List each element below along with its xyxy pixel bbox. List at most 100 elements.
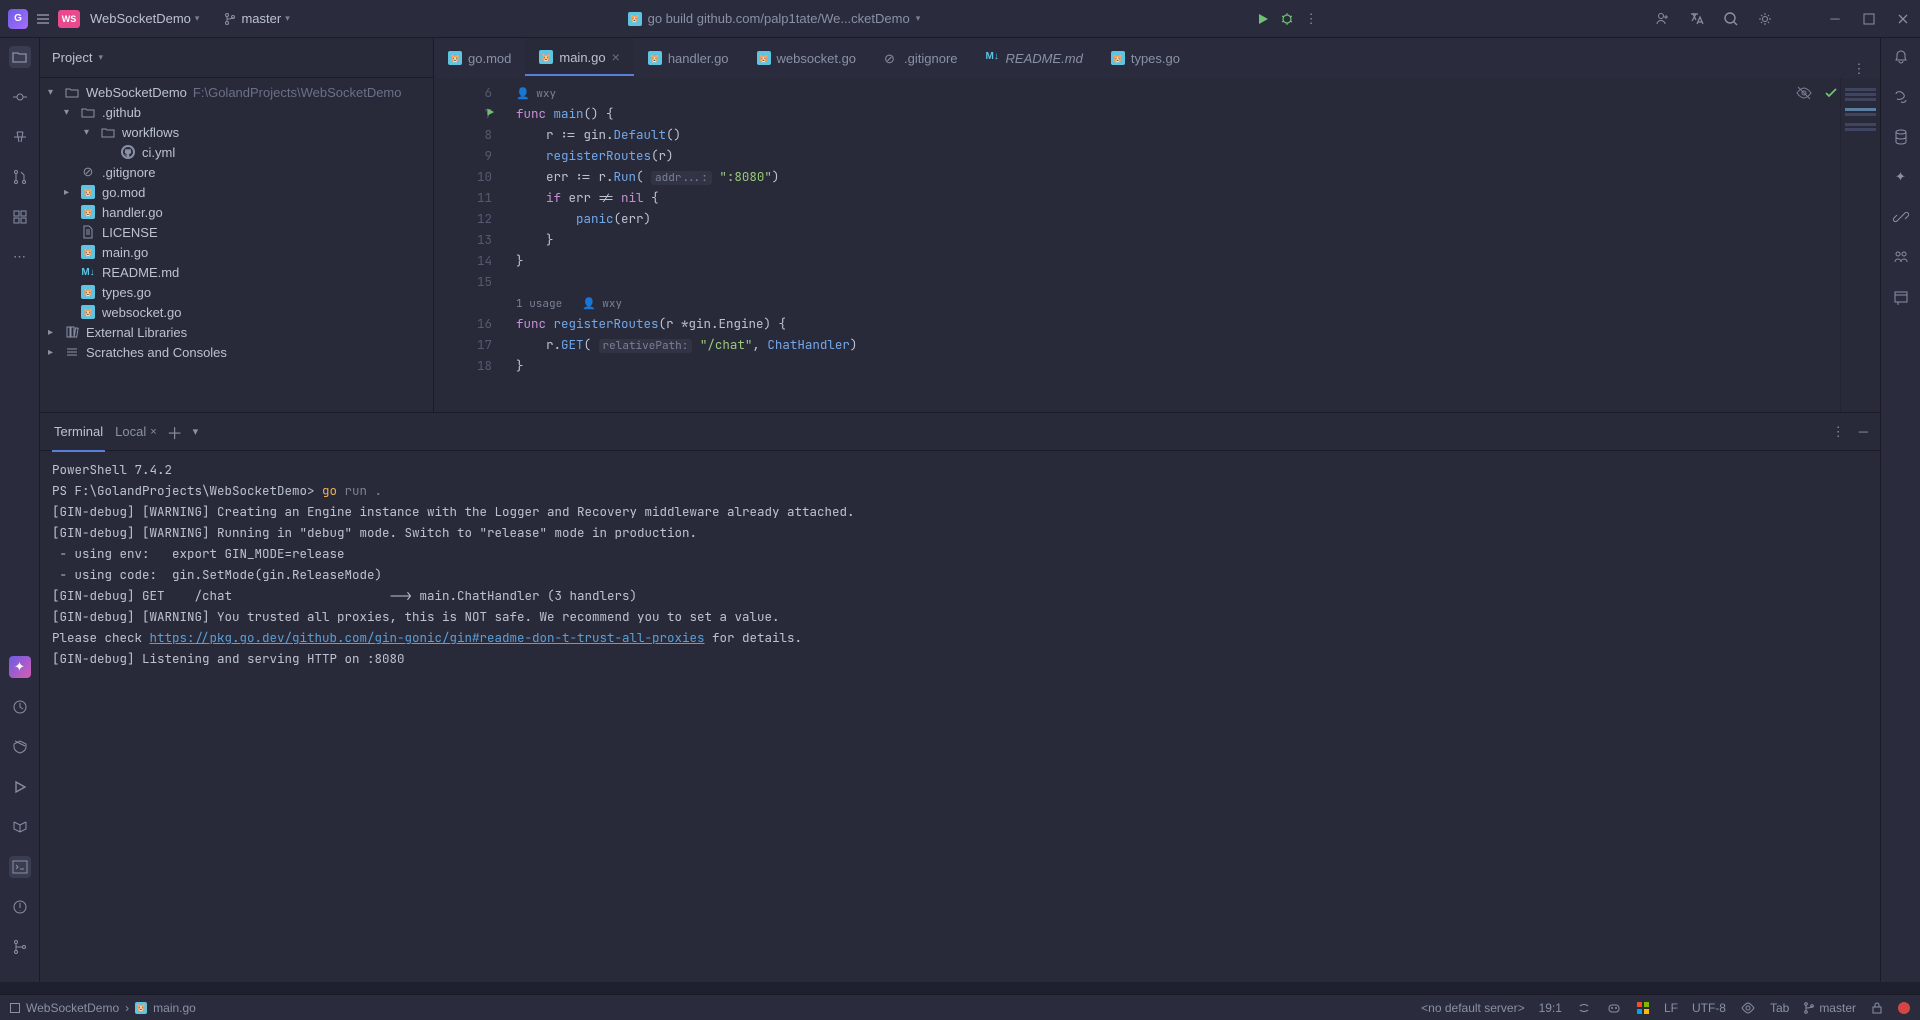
status-line-ending[interactable]: LF <box>1664 1001 1678 1015</box>
editor-tab[interactable]: 🐹handler.go <box>634 38 743 78</box>
tree-row[interactable]: M↓README.md <box>40 262 433 282</box>
terminal-dropdown-icon[interactable]: ▾ <box>193 425 199 438</box>
people-icon[interactable] <box>1890 246 1912 268</box>
project-tree[interactable]: ▾WebSocketDemoF:\GolandProjects\WebSocke… <box>40 78 433 412</box>
tree-row[interactable]: ⊘.gitignore <box>40 162 433 182</box>
tree-row[interactable]: 🐹websocket.go <box>40 302 433 322</box>
status-encoding[interactable]: UTF-8 <box>1692 1001 1726 1015</box>
tree-row[interactable]: ▾workflows <box>40 122 433 142</box>
tree-row[interactable]: ▾WebSocketDemoF:\GolandProjects\WebSocke… <box>40 82 433 102</box>
editor-tab[interactable]: 🐹main.go× <box>525 38 633 78</box>
status-readonly-icon[interactable] <box>1740 1000 1756 1016</box>
pullrequests-tool-icon[interactable] <box>9 166 31 188</box>
breadcrumb-box-icon <box>10 1003 20 1013</box>
status-lock-icon[interactable] <box>1870 1001 1884 1015</box>
editor-tabs: 🐹go.mod🐹main.go×🐹handler.go🐹websocket.go… <box>434 38 1880 78</box>
more-tools-icon[interactable]: ⋯ <box>9 246 31 268</box>
services-tool-icon[interactable] <box>9 206 31 228</box>
body-row: ⋯ ✦ Project▾ ▾WebSocketDemoF:\GolandProj… <box>0 38 1920 982</box>
minimize-window-icon[interactable]: ─ <box>1826 10 1844 28</box>
tree-row[interactable]: 🐹main.go <box>40 242 433 262</box>
status-copilot-icon[interactable] <box>1606 1000 1622 1016</box>
run-config-label[interactable]: go build github.com/palp1tate/We...cketD… <box>648 11 910 26</box>
problems-tool-icon[interactable] <box>9 896 31 918</box>
editor-tab[interactable]: 🐹go.mod <box>434 38 525 78</box>
bottom-panel: Terminal Local× ＋ ▾ ⋮ ─ PowerShell 7.4.2… <box>40 412 1880 982</box>
notifications-icon[interactable] <box>1890 46 1912 68</box>
status-server[interactable]: <no default server> <box>1421 1001 1524 1015</box>
terminal-tabs: Terminal Local× ＋ ▾ ⋮ ─ <box>40 413 1880 451</box>
tree-row[interactable]: ▾.github <box>40 102 433 122</box>
terminal-body[interactable]: PowerShell 7.4.2PS F:\GolandProjects\Web… <box>40 451 1880 982</box>
close-window-icon[interactable] <box>1894 10 1912 28</box>
editor-tab[interactable]: 🐹websocket.go <box>743 38 871 78</box>
coverage-tool-icon[interactable] <box>9 736 31 758</box>
status-separator-icon[interactable] <box>1576 1000 1592 1016</box>
terminal-add-icon[interactable]: ＋ <box>167 420 183 444</box>
code-with-me-icon[interactable] <box>1654 10 1672 28</box>
structure-tool-icon[interactable] <box>9 126 31 148</box>
main-menu-icon[interactable] <box>34 10 52 28</box>
tabs-options-icon[interactable]: ⋮ <box>1850 60 1868 78</box>
breadcrumb-project[interactable]: WebSocketDemo <box>26 1001 119 1015</box>
inspection-eye-icon[interactable] <box>1795 84 1813 102</box>
status-caret-pos[interactable]: 19:1 <box>1539 1001 1562 1015</box>
profiler-tool-icon[interactable] <box>9 696 31 718</box>
terminal-hide-icon[interactable]: ─ <box>1859 424 1868 439</box>
tree-row[interactable]: 🐹handler.go <box>40 202 433 222</box>
left-tool-stripe: ⋯ ✦ <box>0 38 40 982</box>
chain-icon[interactable] <box>1890 206 1912 228</box>
search-icon[interactable] <box>1722 10 1740 28</box>
project-selector[interactable]: WebSocketDemo▾ <box>86 9 203 28</box>
editor-tab[interactable]: 🐹types.go <box>1097 38 1194 78</box>
project-panel-header: Project▾ <box>40 38 433 78</box>
branch-selector[interactable]: master▾ <box>219 9 293 28</box>
terminal-session-tab[interactable]: Local× <box>115 424 157 439</box>
status-indent[interactable]: Tab <box>1770 1001 1789 1015</box>
close-tab-icon[interactable]: × <box>612 49 620 65</box>
status-windows-icon[interactable] <box>1636 1001 1650 1015</box>
breadcrumb-file[interactable]: main.go <box>153 1001 196 1015</box>
swirl-icon[interactable] <box>1890 86 1912 108</box>
titlebar: G WS WebSocketDemo▾ master▾ 🐹 go build g… <box>0 0 1920 38</box>
more-actions-icon[interactable]: ⋮ <box>1302 10 1320 28</box>
terminal-tool-icon[interactable] <box>9 856 31 878</box>
tree-row[interactable]: LICENSE <box>40 222 433 242</box>
database-icon[interactable] <box>1890 126 1912 148</box>
app-icon: G <box>8 9 28 29</box>
statusbar: WebSocketDemo › 🐹 main.go <no default se… <box>0 994 1920 1020</box>
ai-assistant-icon[interactable]: ✦ <box>9 656 31 678</box>
settings-icon[interactable] <box>1756 10 1774 28</box>
inspection-ok-icon[interactable] <box>1823 85 1839 101</box>
main-area: Project▾ ▾WebSocketDemoF:\GolandProjects… <box>40 38 1880 982</box>
tree-row[interactable]: ▸Scratches and Consoles <box>40 342 433 362</box>
status-branch[interactable]: master <box>1803 1001 1856 1015</box>
code-area[interactable]: 67▶89101112131415161718 👤 wxyfunc main()… <box>434 78 1880 412</box>
editor-tab[interactable]: ⊘.gitignore <box>870 38 971 78</box>
sparkle-icon[interactable]: ✦ <box>1890 166 1912 188</box>
debug-button[interactable] <box>1278 10 1296 28</box>
http-icon[interactable] <box>1890 286 1912 308</box>
vcs-tool-icon[interactable] <box>9 936 31 958</box>
editor-tab[interactable]: M↓README.md <box>972 38 1097 78</box>
todo-tool-icon[interactable] <box>9 816 31 838</box>
run-button[interactable] <box>1254 10 1272 28</box>
code-body[interactable]: 👤 wxyfunc main() { r := gin.Default() re… <box>500 78 1840 412</box>
terminal-options-icon[interactable]: ⋮ <box>1832 424 1845 440</box>
terminal-tab[interactable]: Terminal <box>52 420 105 443</box>
translate-icon[interactable] <box>1688 10 1706 28</box>
top-split: Project▾ ▾WebSocketDemoF:\GolandProjects… <box>40 38 1880 412</box>
project-tool-icon[interactable] <box>9 46 31 68</box>
minimap[interactable] <box>1840 78 1880 412</box>
tree-row[interactable]: ▸🐹go.mod <box>40 182 433 202</box>
run-tool-icon[interactable] <box>9 776 31 798</box>
branch-icon <box>223 12 237 26</box>
project-panel-title[interactable]: Project▾ <box>52 50 103 65</box>
maximize-window-icon[interactable] <box>1860 10 1878 28</box>
commit-tool-icon[interactable] <box>9 86 31 108</box>
project-panel: Project▾ ▾WebSocketDemoF:\GolandProjects… <box>40 38 434 412</box>
tree-row[interactable]: 🐹types.go <box>40 282 433 302</box>
tree-row[interactable]: ci.yml <box>40 142 433 162</box>
tree-row[interactable]: ▸External Libraries <box>40 322 433 342</box>
status-error-icon[interactable] <box>1898 1002 1910 1014</box>
